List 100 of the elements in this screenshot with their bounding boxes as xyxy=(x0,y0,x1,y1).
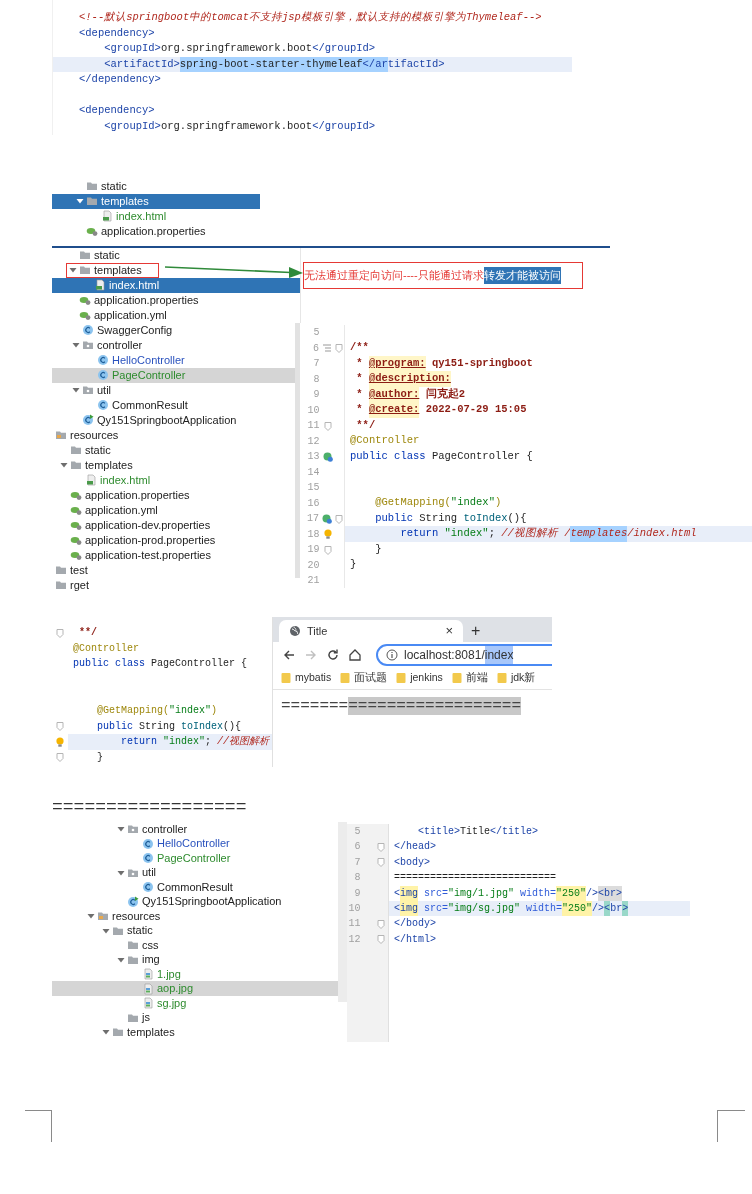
fold-icon xyxy=(55,721,65,732)
bookmark-item[interactable]: 前端 xyxy=(451,670,488,687)
folder-icon xyxy=(79,264,91,277)
line-number: 6 xyxy=(312,341,319,356)
bookmark-folder-icon xyxy=(340,672,351,685)
image-file-icon xyxy=(142,982,154,995)
line-number: 15 xyxy=(306,481,320,495)
line-number: 14 xyxy=(306,465,320,480)
class-icon xyxy=(97,399,109,412)
folder-icon xyxy=(55,429,67,442)
lines-icon xyxy=(322,343,332,353)
folder-icon xyxy=(86,180,98,193)
crop-mark xyxy=(717,1109,745,1142)
bookmark-folder-icon xyxy=(451,672,462,685)
close-button[interactable]: × xyxy=(445,624,453,638)
leaf-icon xyxy=(70,489,82,502)
line-number: 5 xyxy=(353,824,361,839)
leaf-icon xyxy=(70,504,82,517)
fold-icon xyxy=(376,857,387,868)
fold-icon xyxy=(55,627,65,638)
leaf-icon xyxy=(70,519,82,532)
line-number: 8 xyxy=(353,871,361,886)
scrollbar[interactable] xyxy=(338,821,347,1002)
bookmark-item[interactable]: mybatis xyxy=(281,670,332,687)
line-number: 7 xyxy=(353,855,361,870)
folder-icon xyxy=(82,339,94,352)
class-icon xyxy=(142,837,154,850)
line-number: 10 xyxy=(347,901,361,916)
fold-icon xyxy=(376,918,387,929)
line-number: 13 xyxy=(306,450,320,464)
new-tab-button[interactable]: + xyxy=(471,622,481,639)
page-text: ========================= xyxy=(281,697,523,714)
address-field[interactable]: localhost:8081/index xyxy=(376,643,552,666)
browser-tab[interactable]: Title × xyxy=(279,619,463,642)
separator-text: ================== xyxy=(52,798,248,815)
class-icon xyxy=(97,369,109,382)
class-icon xyxy=(127,895,139,908)
bean-icon xyxy=(322,513,332,524)
folder-icon xyxy=(82,384,94,397)
bookmark-folder-icon xyxy=(281,672,291,685)
leaf-icon xyxy=(79,309,91,322)
file-icon xyxy=(101,210,113,223)
line-number: 9 xyxy=(312,388,320,402)
line-number: 9 xyxy=(353,886,361,901)
bulb-icon xyxy=(55,736,65,747)
line-number: 5 xyxy=(312,326,320,340)
leaf-icon xyxy=(79,294,91,307)
bookmark-folder-icon xyxy=(496,672,507,685)
line-number: 12 xyxy=(347,932,361,947)
line-number: 21 xyxy=(306,574,320,588)
fold-icon xyxy=(322,420,333,431)
line-number: 12 xyxy=(306,434,320,449)
leaf-icon xyxy=(86,225,98,238)
line-number: 16 xyxy=(306,496,320,511)
class-icon xyxy=(142,852,154,864)
class-icon xyxy=(97,354,109,367)
line-number: 11 xyxy=(306,419,320,433)
line-number: 10 xyxy=(306,403,320,418)
bulb-icon xyxy=(322,529,333,539)
leaf-icon xyxy=(70,534,82,547)
bookmark-folder-icon xyxy=(396,672,407,685)
class-icon xyxy=(142,881,154,893)
leaf-icon xyxy=(70,549,82,562)
bean-icon xyxy=(322,451,333,462)
tab-title: Title xyxy=(307,623,329,639)
folder-icon xyxy=(55,564,67,577)
file-icon xyxy=(85,474,97,487)
line-number: 20 xyxy=(306,558,320,573)
crop-mark xyxy=(25,1109,52,1142)
info-icon xyxy=(386,648,398,661)
folder-icon xyxy=(97,910,109,922)
folder-icon xyxy=(127,823,139,835)
bookmark-item[interactable]: 面试题 xyxy=(340,670,388,687)
folder-icon xyxy=(55,579,67,592)
line-number: 8 xyxy=(312,372,320,387)
line-number: 18 xyxy=(306,527,320,542)
line-number: 7 xyxy=(312,357,320,371)
fold-icon xyxy=(334,343,344,353)
folder-icon xyxy=(79,249,91,262)
fold-icon xyxy=(376,841,387,852)
fold-icon xyxy=(322,544,333,555)
image-file-icon xyxy=(142,997,154,1009)
folder-icon xyxy=(86,195,98,208)
line-number: 6 xyxy=(353,840,361,855)
scrollbar[interactable] xyxy=(295,322,300,578)
class-icon xyxy=(82,324,94,337)
image-file-icon xyxy=(142,968,154,980)
folder-icon xyxy=(70,459,82,472)
folder-icon xyxy=(70,444,82,457)
line-number: 19 xyxy=(306,543,320,557)
bookmark-item[interactable]: jenkins xyxy=(396,670,443,687)
file-icon xyxy=(94,279,106,292)
class-icon xyxy=(82,414,94,427)
bookmark-item[interactable]: jdk新 xyxy=(496,670,536,687)
fold-icon xyxy=(55,752,65,763)
line-number: 11 xyxy=(347,917,361,932)
line-number: 17 xyxy=(306,512,319,526)
globe-icon xyxy=(289,624,301,637)
fold-icon xyxy=(376,934,387,945)
fold-icon xyxy=(334,513,344,524)
